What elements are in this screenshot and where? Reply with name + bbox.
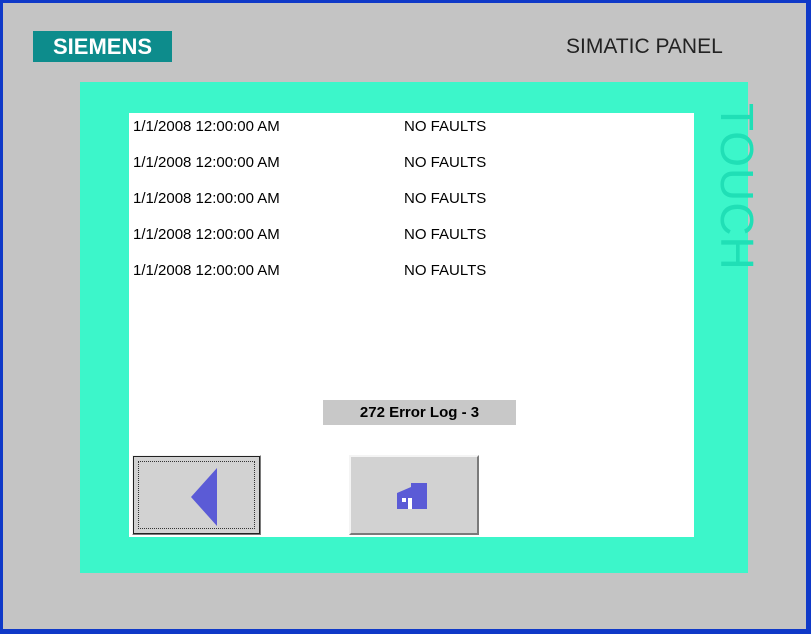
log-status: NO FAULTS	[404, 154, 487, 171]
log-datetime: 1/1/2008 12:00:00 AM	[133, 190, 280, 207]
panel-model-label: SIMATIC PANEL	[566, 35, 723, 58]
log-row: 1/1/2008 12:00:00 AM NO FAULTS	[133, 154, 553, 190]
log-status: NO FAULTS	[404, 226, 487, 243]
left-triangle-icon	[191, 468, 217, 526]
back-button[interactable]	[132, 455, 261, 535]
log-status: NO FAULTS	[404, 262, 487, 279]
factory-icon	[397, 483, 427, 509]
log-status: NO FAULTS	[404, 118, 487, 135]
siemens-logo: SIEMENS	[33, 31, 172, 62]
log-row: 1/1/2008 12:00:00 AM NO FAULTS	[133, 118, 553, 154]
log-row: 1/1/2008 12:00:00 AM NO FAULTS	[133, 190, 553, 226]
log-datetime: 1/1/2008 12:00:00 AM	[133, 154, 280, 171]
log-status: NO FAULTS	[404, 190, 487, 207]
log-row: 1/1/2008 12:00:00 AM NO FAULTS	[133, 226, 553, 262]
home-button[interactable]	[349, 455, 479, 535]
log-datetime: 1/1/2008 12:00:00 AM	[133, 226, 280, 243]
log-datetime: 1/1/2008 12:00:00 AM	[133, 118, 280, 135]
log-row: 1/1/2008 12:00:00 AM NO FAULTS	[133, 262, 553, 298]
screen-title: 272 Error Log - 3	[323, 400, 516, 425]
error-log-list: 1/1/2008 12:00:00 AM NO FAULTS 1/1/2008 …	[133, 118, 553, 298]
log-datetime: 1/1/2008 12:00:00 AM	[133, 262, 280, 279]
touch-label: TOUCH	[711, 103, 763, 271]
